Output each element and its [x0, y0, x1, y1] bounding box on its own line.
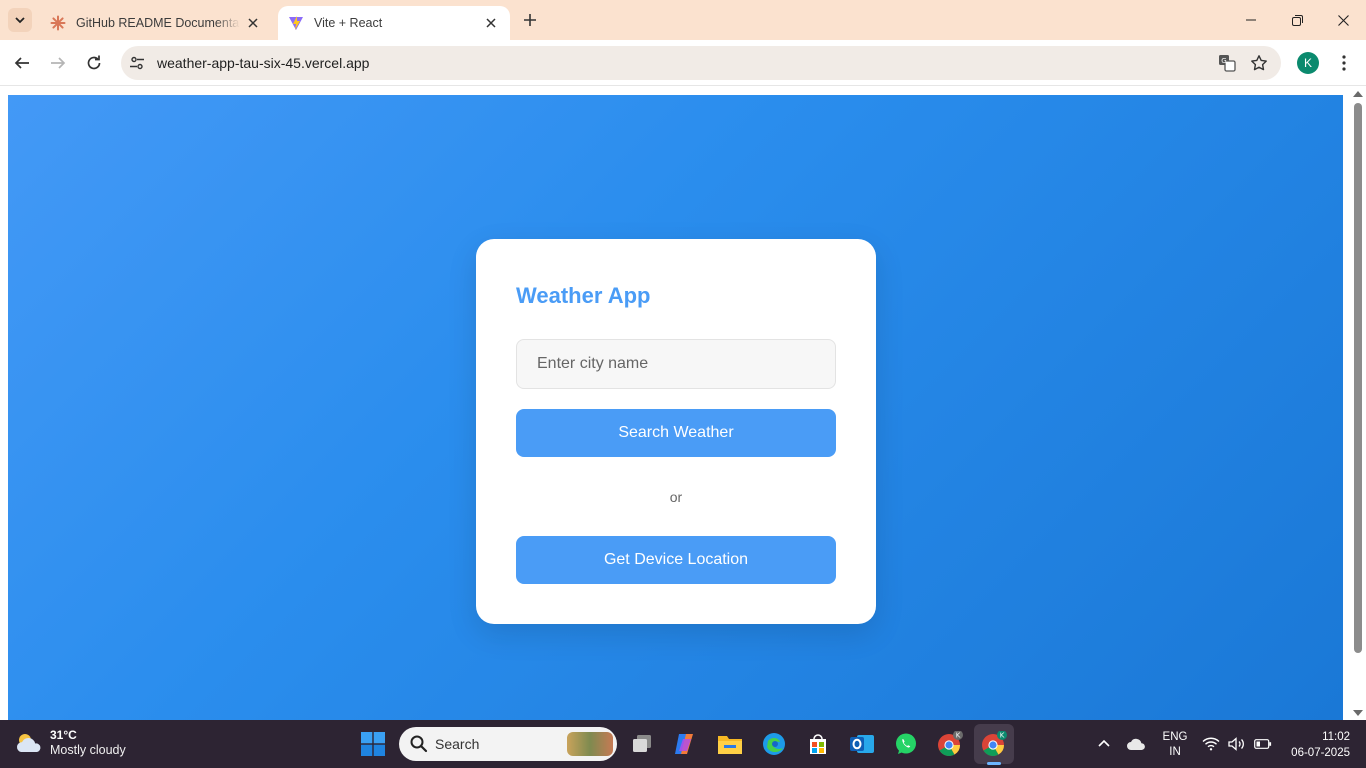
close-icon[interactable] [244, 14, 262, 32]
back-button[interactable] [8, 49, 36, 77]
forward-button[interactable] [44, 49, 72, 77]
file-explorer-icon[interactable] [716, 730, 744, 758]
tune-icon [130, 56, 144, 70]
page-viewport: Weather App Search Weather or Get Device… [0, 87, 1366, 720]
url-text: weather-app-tau-six-45.vercel.app [157, 55, 370, 71]
copilot-icon[interactable] [671, 730, 699, 758]
volume-icon[interactable] [1228, 734, 1246, 754]
minimize-icon [1246, 19, 1256, 21]
translate-button[interactable]: G [1215, 51, 1239, 75]
city-search-input[interactable] [516, 339, 836, 389]
get-device-location-button[interactable]: Get Device Location [516, 536, 836, 584]
claude-sunburst-icon [50, 15, 66, 31]
new-tab-button[interactable] [518, 8, 542, 32]
restore-button[interactable] [1274, 0, 1320, 40]
clock-time: 11:02 [1322, 731, 1350, 743]
reload-button[interactable] [80, 49, 108, 77]
system-tray[interactable] [1202, 734, 1272, 754]
tab-search-button[interactable] [8, 8, 32, 32]
taskbar-search-label: Search [435, 736, 480, 752]
reload-icon [87, 55, 101, 70]
tab-title: Vite + React [314, 16, 383, 30]
system-clock[interactable]: 11:02 06-07-2025 [1280, 729, 1350, 761]
star-icon [1251, 55, 1267, 71]
whatsapp-icon[interactable] [892, 730, 920, 758]
svg-text:K: K [956, 732, 961, 740]
partly-cloudy-icon [16, 734, 41, 752]
chevron-down-icon [15, 17, 25, 24]
svg-text:K: K [1000, 732, 1005, 740]
tab-github-readme[interactable]: GitHub README Documentation [40, 6, 272, 40]
page-title: Weather App [516, 283, 651, 308]
task-view-icon[interactable] [628, 730, 656, 758]
edge-icon[interactable] [760, 730, 788, 758]
weather-description: Mostly cloudy [50, 743, 126, 757]
weather-card: Weather App Search Weather or Get Device… [476, 239, 876, 624]
svg-text:G: G [1221, 57, 1226, 65]
translate-icon: G [1219, 55, 1236, 72]
region-code: IN [1169, 746, 1181, 758]
scroll-thumb[interactable] [1354, 103, 1362, 653]
close-icon[interactable] [482, 14, 500, 32]
site-info-button[interactable] [123, 49, 151, 77]
arrow-left-icon [14, 57, 29, 69]
weather-temp: 31°C [50, 728, 77, 742]
browser-menu-button[interactable] [1332, 51, 1356, 75]
arrow-right-icon [51, 57, 66, 69]
close-window-button[interactable] [1320, 0, 1366, 40]
store-icon[interactable] [804, 730, 832, 758]
weather-widget[interactable]: 31°C Mostly cloudy [14, 728, 126, 758]
scroll-down-arrow-icon[interactable] [1353, 710, 1363, 716]
more-vertical-icon [1342, 55, 1346, 71]
address-bar[interactable]: weather-app-tau-six-45.vercel.app G [121, 46, 1281, 80]
window-controls [1228, 0, 1366, 40]
language-indicator[interactable]: ENG IN [1160, 730, 1190, 760]
chrome-icon[interactable]: K [936, 730, 964, 758]
or-divider: or [669, 489, 683, 505]
tab-title: GitHub README Documentation [76, 16, 240, 30]
close-icon [1337, 14, 1349, 26]
tab-strip: GitHub README Documentation Vite + React [0, 0, 1366, 40]
chrome-icon[interactable]: K [980, 730, 1008, 765]
outlook-icon[interactable] [848, 730, 876, 758]
battery-icon[interactable] [1254, 734, 1272, 754]
onedrive-cloud-icon[interactable] [1126, 736, 1146, 752]
restore-icon [1291, 14, 1303, 26]
weather-app-background: Weather App Search Weather or Get Device… [8, 95, 1343, 720]
search-weather-button[interactable]: Search Weather [516, 409, 836, 457]
clock-date: 06-07-2025 [1291, 747, 1350, 759]
plus-icon [524, 14, 536, 26]
browser-toolbar: weather-app-tau-six-45.vercel.app G K [0, 40, 1366, 86]
taskbar: 31°C Mostly cloudy Search K K ENG IN 11:… [0, 720, 1366, 768]
taskbar-search[interactable]: Search [399, 727, 617, 761]
minimize-button[interactable] [1228, 0, 1274, 40]
search-icon [410, 735, 428, 753]
scroll-up-arrow-icon[interactable] [1353, 91, 1363, 97]
page-scrollbar[interactable] [1350, 87, 1366, 720]
vite-logo-icon [289, 16, 303, 30]
chevron-up-icon[interactable] [1096, 736, 1112, 752]
profile-avatar[interactable]: K [1297, 52, 1319, 74]
tab-vite-react[interactable]: Vite + React [278, 6, 510, 40]
bookmark-button[interactable] [1247, 51, 1271, 75]
language-code: ENG [1162, 731, 1188, 743]
search-highlight-image [567, 732, 613, 756]
windows-start-icon[interactable] [361, 732, 385, 756]
wifi-icon[interactable] [1202, 734, 1220, 754]
